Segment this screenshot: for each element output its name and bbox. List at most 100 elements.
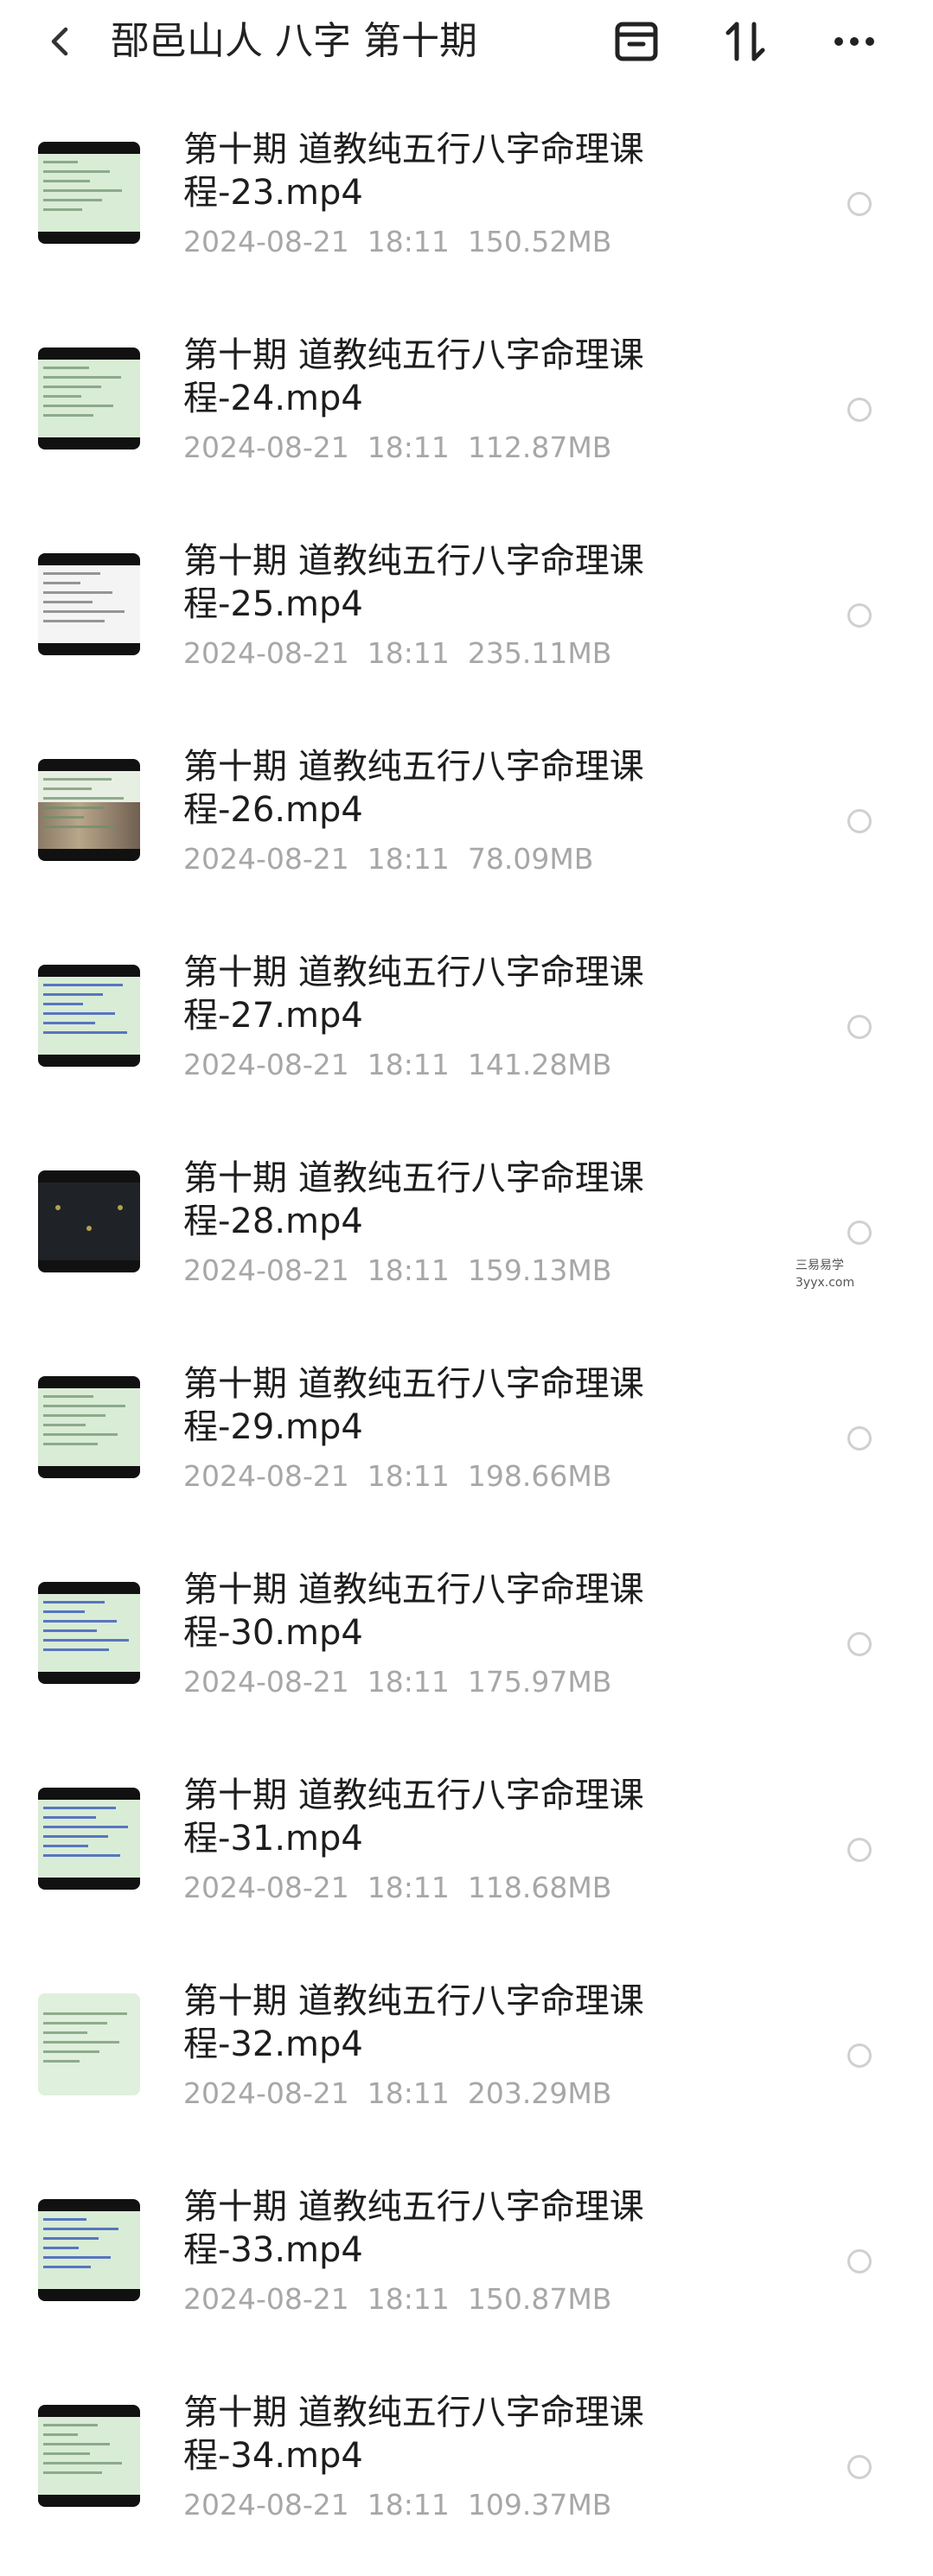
select-radio[interactable] (847, 809, 872, 833)
file-date: 2024-08-21 (183, 2282, 349, 2316)
more-dots-icon (834, 37, 874, 46)
file-time: 18:11 (367, 2488, 450, 2522)
file-row[interactable]: 第十期 道教纯五行八字命理课程-27.mp4 2024-08-21 18:11 1… (0, 930, 933, 1136)
file-date: 2024-08-21 (183, 430, 349, 464)
file-row[interactable]: 第十期 道教纯五行八字命理课程-33.mp4 2024-08-21 18:11 1… (0, 2165, 933, 2370)
file-time: 18:11 (367, 225, 450, 258)
select-radio[interactable] (847, 2044, 872, 2068)
file-date: 2024-08-21 (183, 1048, 349, 1081)
more-button[interactable] (827, 14, 882, 69)
watermark-line2: 3yyx.com (796, 1276, 855, 1290)
page-title: 郚邑山人 八字 第十期 (111, 19, 477, 63)
file-date: 2024-08-21 (183, 1871, 349, 1904)
archive-box-icon (615, 22, 658, 61)
video-thumbnail (38, 1170, 140, 1272)
file-size: 141.28MB (467, 1048, 612, 1081)
video-thumbnail (38, 1376, 140, 1478)
file-size: 175.97MB (467, 1665, 612, 1699)
video-thumbnail (38, 1582, 140, 1684)
select-radio[interactable] (847, 1426, 872, 1451)
select-radio[interactable] (847, 603, 872, 628)
file-date: 2024-08-21 (183, 2076, 349, 2110)
video-thumbnail (38, 553, 140, 655)
file-size: 159.13MB (467, 1253, 612, 1287)
file-meta: 2024-08-21 18:11 175.97MB (183, 1663, 611, 1701)
file-row[interactable]: 第十期 道教纯五行八字命理课程-28.mp4 2024-08-21 18:11 1… (0, 1136, 933, 1342)
file-name: 第十期 道教纯五行八字命理课程-30.mp4 (183, 1570, 644, 1653)
file-date: 2024-08-21 (183, 225, 349, 258)
file-row[interactable]: 第十期 道教纯五行八字命理课程-24.mp4 2024-08-21 18:11 1… (0, 313, 933, 519)
file-name: 第十期 道教纯五行八字命理课程-27.mp4 (183, 953, 644, 1036)
file-meta: 2024-08-21 18:11 109.37MB (183, 2486, 611, 2524)
file-meta: 2024-08-21 18:11 150.52MB (183, 223, 611, 261)
file-time: 18:11 (367, 1665, 450, 1699)
file-row[interactable]: 第十期 道教纯五行八字命理课程-32.mp4 2024-08-21 18:11 2… (0, 1959, 933, 2165)
file-date: 2024-08-21 (183, 842, 349, 876)
video-thumbnail (38, 759, 140, 861)
file-meta: 2024-08-21 18:11 198.66MB (183, 1457, 611, 1495)
file-meta: 2024-08-21 18:11 203.29MB (183, 2075, 611, 2113)
file-row[interactable]: 第十期 道教纯五行八字命理课程-29.mp4 2024-08-21 18:11 1… (0, 1342, 933, 1547)
sort-button[interactable] (718, 14, 773, 69)
top-app-bar: 郚邑山人 八字 第十期 (0, 0, 933, 83)
file-name: 第十期 道教纯五行八字命理课程-23.mp4 (183, 130, 644, 213)
select-radio[interactable] (847, 1221, 872, 1245)
file-date: 2024-08-21 (183, 1459, 349, 1493)
file-time: 18:11 (367, 1048, 450, 1081)
file-name: 第十期 道教纯五行八字命理课程-34.mp4 (183, 2393, 644, 2476)
file-time: 18:11 (367, 1253, 450, 1287)
file-date: 2024-08-21 (183, 1253, 349, 1287)
watermark: 三易易学 3yyx.com (796, 1257, 854, 1291)
file-name: 第十期 道教纯五行八字命理课程-24.mp4 (183, 335, 644, 418)
file-meta: 2024-08-21 18:11 78.09MB (183, 840, 593, 878)
file-row[interactable]: 第十期 道教纯五行八字命理课程-23.mp4 2024-08-21 18:11 1… (0, 107, 933, 313)
file-size: 235.11MB (467, 636, 612, 670)
select-radio[interactable] (847, 2249, 872, 2273)
file-size: 112.87MB (467, 430, 612, 464)
file-time: 18:11 (367, 1871, 450, 1904)
select-radio[interactable] (847, 1015, 872, 1039)
file-name: 第十期 道教纯五行八字命理课程-33.mp4 (183, 2187, 644, 2270)
video-thumbnail (38, 2405, 140, 2507)
file-row[interactable]: 第十期 道教纯五行八字命理课程-31.mp4 2024-08-21 18:11 1… (0, 1753, 933, 1959)
select-radio[interactable] (847, 2455, 872, 2479)
file-row[interactable]: 第十期 道教纯五行八字命理课程-34.mp4 2024-08-21 18:11 1… (0, 2370, 933, 2576)
video-thumbnail (38, 1788, 140, 1890)
file-time: 18:11 (367, 842, 450, 876)
file-time: 18:11 (367, 1459, 450, 1493)
select-radio[interactable] (847, 1838, 872, 1862)
file-date: 2024-08-21 (183, 1665, 349, 1699)
file-time: 18:11 (367, 2282, 450, 2316)
video-thumbnail (38, 348, 140, 450)
file-size: 203.29MB (467, 2076, 612, 2110)
select-radio[interactable] (847, 192, 872, 216)
file-name: 第十期 道教纯五行八字命理课程-25.mp4 (183, 541, 644, 624)
file-name: 第十期 道教纯五行八字命理课程-31.mp4 (183, 1776, 644, 1859)
file-row[interactable]: 第十期 道教纯五行八字命理课程-25.mp4 2024-08-21 18:11 2… (0, 519, 933, 724)
file-meta: 2024-08-21 18:11 118.68MB (183, 1869, 611, 1907)
file-size: 150.52MB (467, 225, 612, 258)
file-row[interactable]: 第十期 道教纯五行八字命理课程-26.mp4 2024-08-21 18:11 7… (0, 724, 933, 930)
file-size: 109.37MB (467, 2488, 612, 2522)
archive-button[interactable] (609, 14, 664, 69)
file-meta: 2024-08-21 18:11 235.11MB (183, 634, 611, 673)
video-thumbnail (38, 142, 140, 244)
sort-arrows-icon (725, 22, 765, 61)
video-thumbnail (38, 965, 140, 1067)
file-size: 118.68MB (467, 1871, 612, 1904)
select-radio[interactable] (847, 1632, 872, 1656)
file-date: 2024-08-21 (183, 2488, 349, 2522)
file-row[interactable]: 第十期 道教纯五行八字命理课程-30.mp4 2024-08-21 18:11 1… (0, 1547, 933, 1753)
file-time: 18:11 (367, 2076, 450, 2110)
back-button[interactable] (35, 16, 86, 67)
chevron-left-icon (51, 27, 68, 56)
file-name: 第十期 道教纯五行八字命理课程-26.mp4 (183, 747, 644, 830)
file-time: 18:11 (367, 636, 450, 670)
watermark-line1: 三易易学 (796, 1259, 844, 1272)
select-radio[interactable] (847, 398, 872, 422)
video-thumbnail (38, 1993, 140, 2095)
file-time: 18:11 (367, 430, 450, 464)
file-date: 2024-08-21 (183, 636, 349, 670)
file-name: 第十期 道教纯五行八字命理课程-28.mp4 (183, 1158, 644, 1241)
file-name: 第十期 道教纯五行八字命理课程-29.mp4 (183, 1364, 644, 1447)
